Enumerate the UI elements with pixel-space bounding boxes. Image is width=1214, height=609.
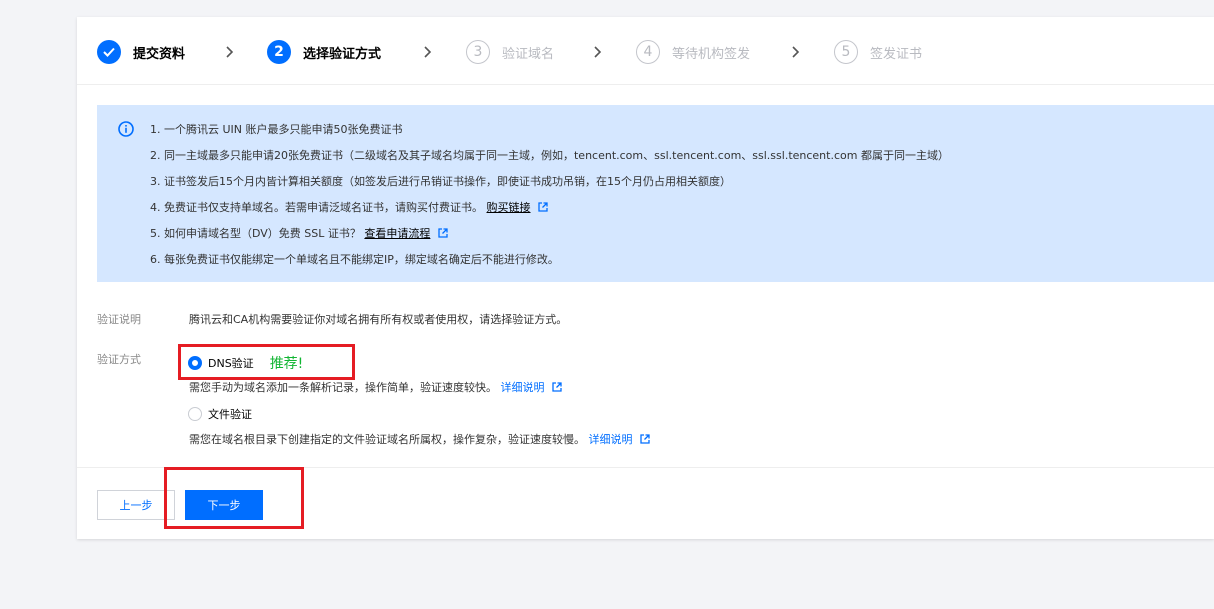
chevron-right-icon xyxy=(424,46,432,58)
file-radio-label[interactable]: 文件验证 xyxy=(208,406,252,422)
file-desc-text: 需您在域名根目录下创建指定的文件验证域名所属权，操作复杂，验证速度较慢。 xyxy=(189,433,585,446)
chevron-right-icon xyxy=(594,46,602,58)
step-verify-domain: 3 验证域名 xyxy=(466,39,554,65)
file-verify-option[interactable]: 文件验证 xyxy=(188,406,252,422)
external-link-icon[interactable] xyxy=(438,228,448,238)
notice-line-5: 5. 如何申请域名型（DV）免费 SSL 证书？ 查看申请流程 xyxy=(150,225,448,241)
notice-line-2: 2. 同一主域最多只能申请20张免费证书（二级域名及其子域名均属于同一主域，例如… xyxy=(150,149,949,162)
notice-line-4: 4. 免费证书仅支持单域名。若需申请泛域名证书，请购买付费证书。 购买链接 xyxy=(150,199,548,215)
verify-desc-label: 验证说明 xyxy=(97,313,141,326)
notice-line-3: 3. 证书签发后15个月内皆计算相关额度（如签发后进行吊销证书操作，即使证书成功… xyxy=(150,175,731,188)
step-number: 2 xyxy=(267,40,291,64)
notice-line-6: 6. 每张免费证书仅能绑定一个单域名且不能绑定IP，绑定域名确定后不能进行修改。 xyxy=(150,253,559,266)
certificate-apply-card: 提交资料 2 选择验证方式 3 验证域名 4 等待机构签发 5 签发证书 1. … xyxy=(77,17,1214,539)
file-radio[interactable] xyxy=(188,407,202,421)
step-label: 验证域名 xyxy=(502,46,555,62)
verify-method-label: 验证方式 xyxy=(97,353,141,366)
file-detail-link[interactable]: 详细说明 xyxy=(589,433,633,446)
step-number: 3 xyxy=(466,40,490,64)
external-link-icon[interactable] xyxy=(552,382,562,392)
verify-desc-text: 腾讯云和CA机构需要验证你对域名拥有所有权或者使用权，请选择验证方式。 xyxy=(189,313,568,326)
dns-detail-link[interactable]: 详细说明 xyxy=(501,381,545,394)
next-highlight-box xyxy=(164,467,304,529)
step-label: 选择验证方式 xyxy=(303,46,382,62)
step-indicator: 提交资料 2 选择验证方式 3 验证域名 4 等待机构签发 5 签发证书 xyxy=(77,17,1214,85)
notice-box: 1. 一个腾讯云 UIN 账户最多只能申请50张免费证书 2. 同一主域最多只能… xyxy=(97,105,1214,282)
step-issue-cert: 5 签发证书 xyxy=(834,39,922,65)
dns-verify-desc: 需您手动为域名添加一条解析记录，操作简单，验证速度较快。 详细说明 xyxy=(189,379,562,395)
chevron-right-icon xyxy=(226,46,234,58)
step-label: 提交资料 xyxy=(133,46,186,62)
dns-highlight-box xyxy=(178,344,355,380)
chevron-right-icon xyxy=(792,46,800,58)
apply-process-link[interactable]: 查看申请流程 xyxy=(364,227,430,240)
notice-line-4-text: 4. 免费证书仅支持单域名。若需申请泛域名证书，请购买付费证书。 xyxy=(150,201,483,214)
notice-line-5-text: 5. 如何申请域名型（DV）免费 SSL 证书？ xyxy=(150,227,361,240)
step-number: 4 xyxy=(636,40,660,64)
step-submit-info: 提交资料 xyxy=(97,39,185,65)
file-verify-desc: 需您在域名根目录下创建指定的文件验证域名所属权，操作复杂，验证速度较慢。 详细说… xyxy=(189,431,650,447)
step-choose-method: 2 选择验证方式 xyxy=(267,39,381,65)
buy-link[interactable]: 购买链接 xyxy=(487,201,531,214)
external-link-icon[interactable] xyxy=(538,202,548,212)
step-label: 签发证书 xyxy=(870,46,923,62)
notice-line-1: 1. 一个腾讯云 UIN 账户最多只能申请50张免费证书 xyxy=(150,123,403,136)
step-wait-issuing: 4 等待机构签发 xyxy=(636,39,750,65)
info-icon xyxy=(118,121,134,137)
step-number: 5 xyxy=(834,40,858,64)
step-label: 等待机构签发 xyxy=(672,46,751,62)
dns-desc-text: 需您手动为域名添加一条解析记录，操作简单，验证速度较快。 xyxy=(189,381,497,394)
check-icon xyxy=(97,40,121,64)
external-link-icon[interactable] xyxy=(640,434,650,444)
